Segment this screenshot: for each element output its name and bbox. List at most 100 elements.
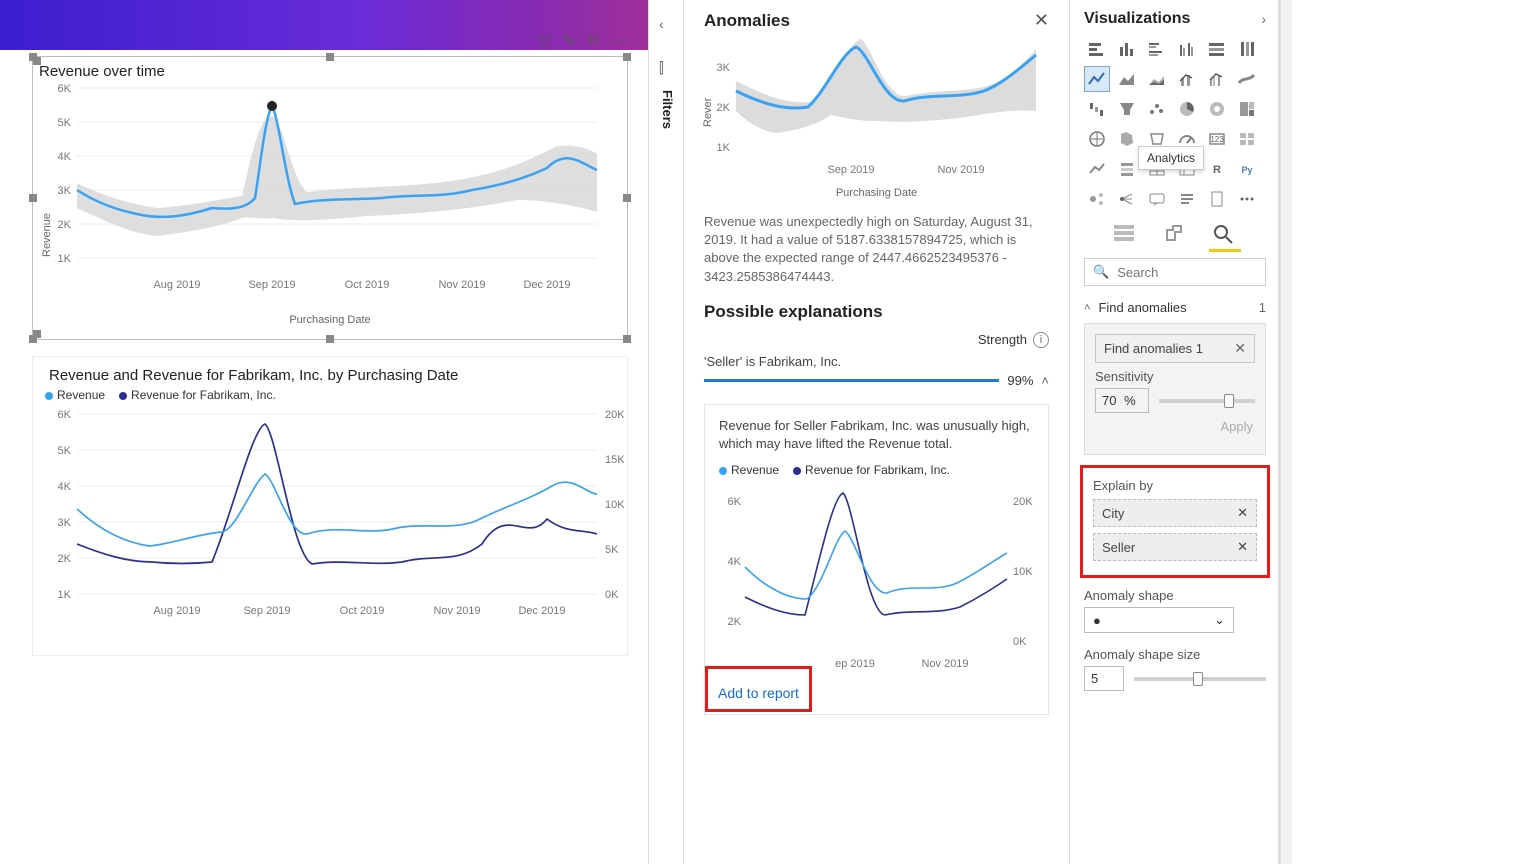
remove-pill-icon[interactable]: ✕ xyxy=(1234,340,1246,357)
stacked-area-icon[interactable] xyxy=(1144,66,1170,92)
svg-text:5K: 5K xyxy=(58,117,72,129)
map-icon[interactable] xyxy=(1084,126,1110,152)
svg-text:Sep 2019: Sep 2019 xyxy=(827,164,874,176)
analytics-tab-icon[interactable] xyxy=(1211,222,1239,246)
svg-text:Py: Py xyxy=(1241,165,1252,175)
report-canvas[interactable]: ▽ ✎ ⧉ ⋯ Revenue over time Revenue 6 xyxy=(0,0,648,864)
svg-text:ep 2019: ep 2019 xyxy=(835,658,875,670)
sensitivity-input[interactable]: 70 % xyxy=(1095,388,1149,413)
treemap-icon[interactable] xyxy=(1234,96,1260,122)
explanation-mini-chart: 6K4K2K 20K10K0K ep 2019Nov 2019 xyxy=(719,483,1039,683)
anom-xlabel: Purchasing Date xyxy=(704,187,1049,203)
svg-text:Nov 2019: Nov 2019 xyxy=(438,279,485,291)
clustered-bar-icon[interactable] xyxy=(1144,36,1170,62)
card-icon[interactable]: 123 xyxy=(1204,126,1230,152)
stacked-bar100-icon[interactable] xyxy=(1204,36,1230,62)
r-visual-icon[interactable]: R xyxy=(1204,156,1230,182)
ribbon-chart-icon[interactable] xyxy=(1234,66,1260,92)
anomaly-shape-size-label: Anomaly shape size xyxy=(1084,647,1266,662)
close-icon[interactable]: ✕ xyxy=(1034,10,1049,31)
python-visual-icon[interactable]: Py xyxy=(1234,156,1260,182)
focus-mode-icon[interactable]: ✎ xyxy=(562,31,575,51)
svg-text:Aug 2019: Aug 2019 xyxy=(153,605,200,617)
shape-size-input[interactable]: 5 xyxy=(1084,666,1124,691)
search-input[interactable] xyxy=(1117,265,1257,280)
qa-visual-icon[interactable] xyxy=(1144,186,1170,212)
svg-text:1K: 1K xyxy=(58,253,72,265)
slicer-icon[interactable] xyxy=(1114,156,1140,182)
filled-map-icon[interactable] xyxy=(1114,126,1140,152)
svg-text:10K: 10K xyxy=(605,499,625,511)
stacked-column100-icon[interactable] xyxy=(1234,36,1260,62)
donut-icon[interactable] xyxy=(1204,96,1230,122)
scrollbar[interactable] xyxy=(1280,0,1292,864)
chart-revenue-fabrikam[interactable]: Revenue and Revenue for Fabrikam, Inc. b… xyxy=(32,356,628,656)
svg-text:3K: 3K xyxy=(58,185,72,197)
svg-text:Oct 2019: Oct 2019 xyxy=(340,605,385,617)
stacked-bar-icon[interactable] xyxy=(1084,36,1110,62)
chart-revenue-over-time[interactable]: ▽ ✎ ⧉ ⋯ Revenue over time Revenue 6 xyxy=(32,56,628,340)
line-chart-icon[interactable] xyxy=(1084,66,1110,92)
funnel-icon[interactable] xyxy=(1114,96,1140,122)
remove-city-icon[interactable]: ✕ xyxy=(1237,505,1248,521)
filters-rail[interactable]: ‹ ⫿ Filters xyxy=(648,0,684,864)
svg-text:123: 123 xyxy=(1210,135,1224,144)
find-anomalies-section[interactable]: ˄ Find anomalies 1 xyxy=(1084,300,1266,315)
svg-text:Aug 2019: Aug 2019 xyxy=(153,279,200,291)
svg-text:4K: 4K xyxy=(728,556,742,568)
card-legend-fabrikam: Revenue for Fabrikam, Inc. xyxy=(805,463,950,477)
svg-text:Dec 2019: Dec 2019 xyxy=(523,279,570,291)
narrative-icon[interactable] xyxy=(1174,186,1200,212)
key-influencers-icon[interactable] xyxy=(1084,186,1110,212)
area-chart-icon[interactable] xyxy=(1114,66,1140,92)
svg-text:10K: 10K xyxy=(1013,566,1033,578)
pin-icon[interactable]: ⧉ xyxy=(588,31,599,51)
column-chart-icon[interactable] xyxy=(1114,36,1140,62)
decomposition-icon[interactable] xyxy=(1114,186,1140,212)
chevron-right-icon[interactable]: › xyxy=(1261,11,1266,27)
chevron-left-icon[interactable]: ‹ xyxy=(659,16,664,32)
line-column-icon[interactable] xyxy=(1174,66,1200,92)
svg-text:Nov 2019: Nov 2019 xyxy=(433,605,480,617)
svg-text:Sep 2019: Sep 2019 xyxy=(248,279,295,291)
anom-ylabel: Rever xyxy=(702,98,714,127)
svg-text:R: R xyxy=(1213,164,1221,176)
paginated-icon[interactable] xyxy=(1204,186,1230,212)
chevron-up-icon[interactable]: ˄ xyxy=(1041,373,1049,388)
waterfall-icon[interactable] xyxy=(1084,96,1110,122)
filter-funnel-icon[interactable]: ⫿ xyxy=(659,60,664,77)
more-options-icon[interactable]: ⋯ xyxy=(611,31,627,51)
anomaly-shape-select[interactable]: ● ⌄ xyxy=(1084,607,1234,633)
format-tab-icon[interactable] xyxy=(1161,222,1189,246)
add-to-report-link[interactable]: Add to report xyxy=(716,679,801,703)
find-anomalies-pill[interactable]: Find anomalies 1 ✕ xyxy=(1095,334,1255,363)
shape-marker-icon: ● xyxy=(1093,613,1101,628)
multi-card-icon[interactable] xyxy=(1234,126,1260,152)
pie-icon[interactable] xyxy=(1174,96,1200,122)
svg-text:6K: 6K xyxy=(58,83,72,95)
explain-by-seller[interactable]: Seller ✕ xyxy=(1093,533,1257,561)
x-axis-label: Purchasing Date xyxy=(33,314,627,330)
svg-text:0K: 0K xyxy=(1013,636,1027,648)
shape-size-slider[interactable] xyxy=(1134,677,1266,681)
more-visuals-icon[interactable] xyxy=(1234,186,1260,212)
explanation-factor: 'Seller' is Fabrikam, Inc. xyxy=(704,354,1049,369)
svg-text:1K: 1K xyxy=(58,589,72,601)
apply-button[interactable]: Apply xyxy=(1095,419,1253,434)
visualization-gallery: 123 R Py Analytics xyxy=(1084,36,1266,212)
svg-text:6K: 6K xyxy=(728,496,742,508)
info-icon[interactable]: i xyxy=(1033,332,1049,348)
sensitivity-slider[interactable] xyxy=(1159,399,1255,403)
scatter-icon[interactable] xyxy=(1144,96,1170,122)
explanation-card-text: Revenue for Seller Fabrikam, Inc. was un… xyxy=(719,417,1034,453)
kpi-icon[interactable] xyxy=(1084,156,1110,182)
explain-by-city[interactable]: City ✕ xyxy=(1093,499,1257,527)
remove-seller-icon[interactable]: ✕ xyxy=(1237,539,1248,555)
y-axis-label: Revenue xyxy=(41,213,53,257)
line-clustered-icon[interactable] xyxy=(1204,66,1230,92)
search-box[interactable]: 🔍 xyxy=(1084,258,1266,286)
filter-icon[interactable]: ▽ xyxy=(538,31,550,51)
clustered-column-icon[interactable] xyxy=(1174,36,1200,62)
fields-tab-icon[interactable] xyxy=(1111,222,1139,246)
svg-text:2K: 2K xyxy=(58,219,72,231)
